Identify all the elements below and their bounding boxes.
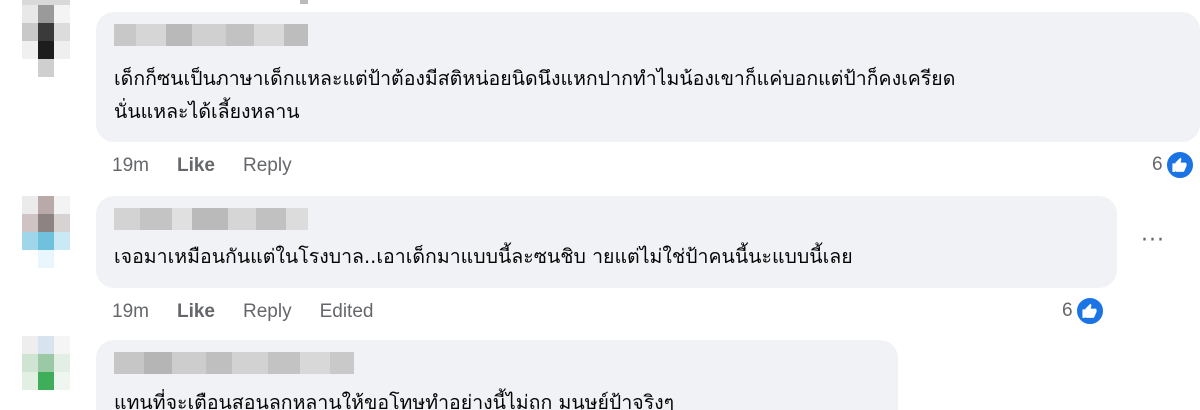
comment-1: เด็กก็ซนเป็นภาษาเด็กแหละแต่ป้าต้องมีสติห… xyxy=(0,0,1200,190)
avatar[interactable] xyxy=(22,336,70,408)
comment-2: เจอมาเหมือนกันแต่ในโรงบาล..เอาเด็กมาแบบน… xyxy=(0,190,1200,330)
commenter-name-blurred[interactable] xyxy=(114,352,354,374)
comment-bubble: เด็กก็ซนเป็นภาษาเด็กแหละแต่ป้าต้องมีสติห… xyxy=(96,12,1200,142)
like-icon xyxy=(1074,296,1105,326)
reaction-count: 6 xyxy=(1152,154,1163,175)
comment-timestamp[interactable]: 19m xyxy=(112,155,149,177)
reply-button[interactable]: Reply xyxy=(243,301,292,323)
avatar[interactable] xyxy=(22,196,70,268)
comment-text-line-1: แทนที่จะเตือนสอนลูกหลานให้ขอโทษทำอย่างนี… xyxy=(114,391,675,410)
avatar[interactable] xyxy=(22,5,70,77)
commenter-name-blurred[interactable] xyxy=(114,208,308,230)
comment-bubble: แทนที่จะเตือนสอนลูกหลานให้ขอโทษทำอย่างนี… xyxy=(96,340,898,410)
comment-actions: 19m Like Reply Edited xyxy=(112,301,401,323)
commenter-name-blurred[interactable] xyxy=(114,24,308,46)
comment-bubble: เจอมาเหมือนกันแต่ในโรงบาล..เอาเด็กมาแบบน… xyxy=(96,196,1117,288)
more-options-icon[interactable]: ··· xyxy=(1141,228,1165,253)
comment-text-line-1: เด็กก็ซนเป็นภาษาเด็กแหละแต่ป้าต้องมีสติห… xyxy=(114,67,956,90)
comment-text-line-1: เจอมาเหมือนกันแต่ในโรงบาล..เอาเด็กมาแบบน… xyxy=(114,245,853,268)
edited-label: Edited xyxy=(319,301,374,322)
like-icon xyxy=(1164,150,1195,180)
comment-timestamp[interactable]: 19m xyxy=(112,301,149,323)
comment-thread: เด็กก็ซนเป็นภาษาเด็กแหละแต่ป้าต้องมีสติห… xyxy=(0,0,1200,410)
comment-actions: 19m Like Reply xyxy=(112,155,320,177)
comment-3: แทนที่จะเตือนสอนลูกหลานให้ขอโทษทำอย่างนี… xyxy=(0,330,1200,410)
like-button[interactable]: Like xyxy=(177,155,215,177)
reaction-summary[interactable]: 6 xyxy=(1062,296,1105,326)
like-button[interactable]: Like xyxy=(177,301,215,323)
reaction-count: 6 xyxy=(1062,300,1073,321)
reply-button[interactable]: Reply xyxy=(243,155,292,177)
reaction-summary[interactable]: 6 xyxy=(1152,150,1195,180)
comment-text-line-2: นั่นแหละได้เลี้ยงหลาน xyxy=(114,100,300,123)
